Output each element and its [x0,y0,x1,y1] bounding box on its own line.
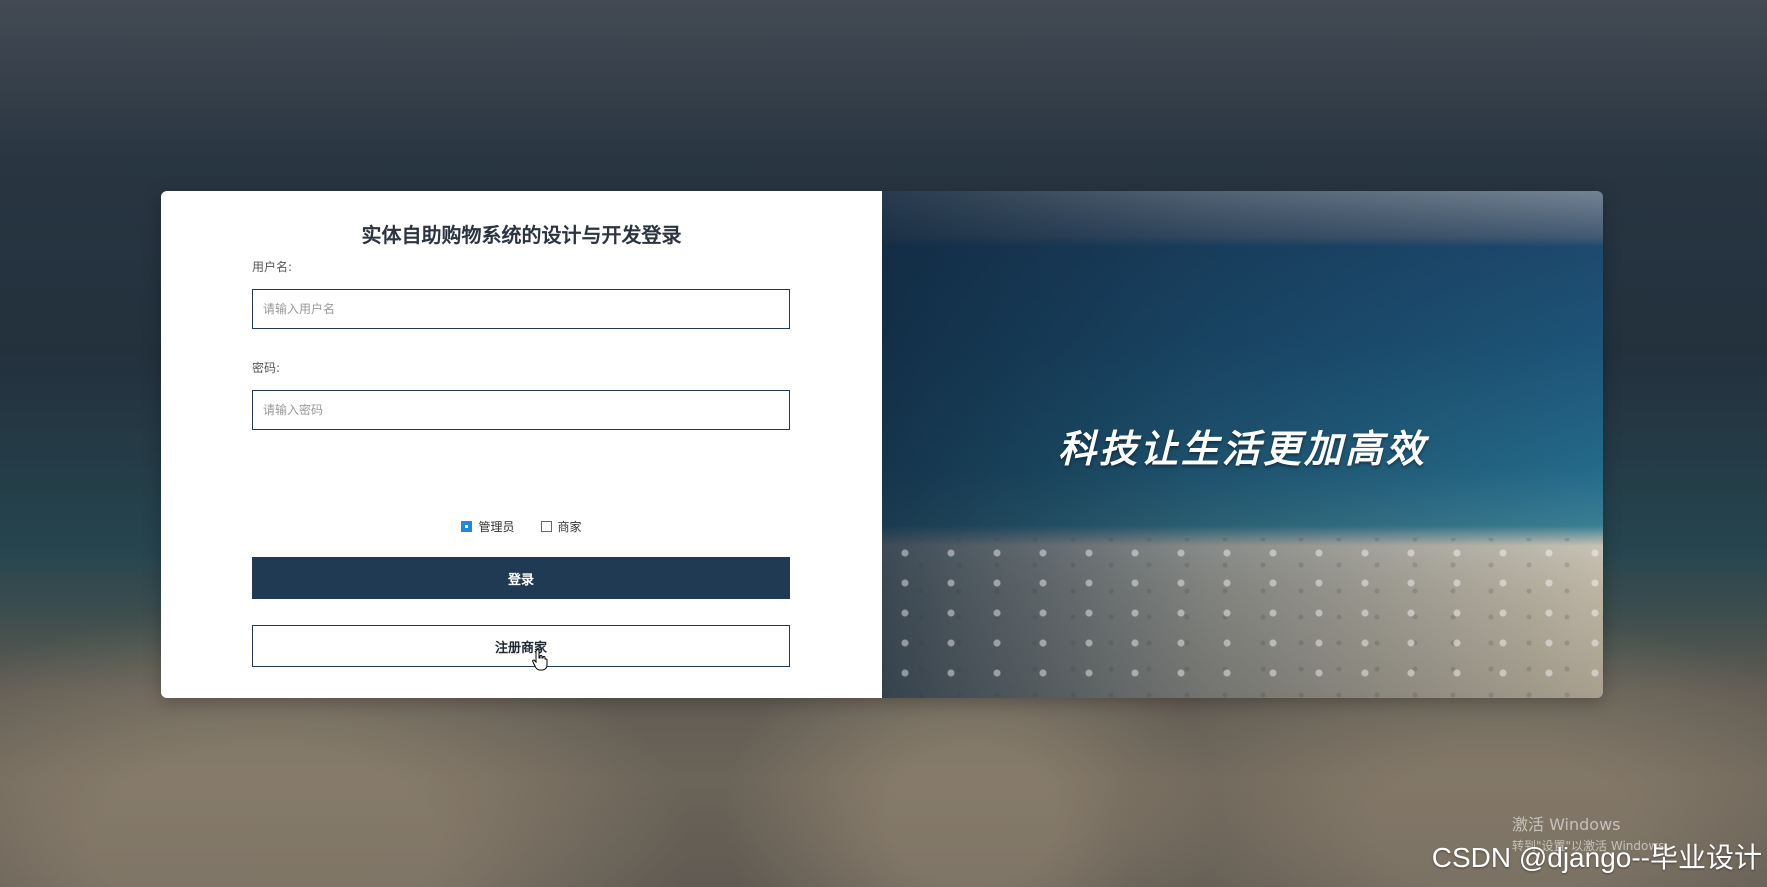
login-card: 实体自助购物系统的设计与开发登录 用户名: 密码: 管理员 商家 登录 注册商家… [161,191,1603,698]
windows-activation-title: 激活 Windows [1512,815,1621,834]
username-input[interactable] [252,289,790,329]
hand-pointer-icon [532,649,548,671]
username-label: 用户名: [252,260,293,274]
page-title: 实体自助购物系统的设计与开发登录 [361,223,682,247]
checkbox-checked-icon[interactable] [461,521,473,532]
csdn-watermark: CSDN @django--毕业设计 [1431,842,1762,873]
register-merchant-button[interactable]: 注册商家 [252,625,790,667]
beach-image [882,538,1603,698]
role-label: 管理员 [478,520,515,534]
checkbox-unchecked-icon[interactable] [540,521,552,532]
banner-image-panel: 科技让生活更加高效 [882,191,1603,698]
login-button[interactable]: 登录 [252,557,790,599]
role-selector: 管理员 商家 [161,518,882,535]
role-option-admin[interactable]: 管理员 [461,518,515,535]
password-label: 密码: [252,361,281,375]
role-option-merchant[interactable]: 商家 [540,518,582,535]
password-input[interactable] [252,390,790,430]
login-panel: 实体自助购物系统的设计与开发登录 用户名: 密码: 管理员 商家 登录 注册商家 [161,191,882,698]
banner-slogan: 科技让生活更加高效 [1057,427,1427,471]
role-label: 商家 [557,520,582,534]
